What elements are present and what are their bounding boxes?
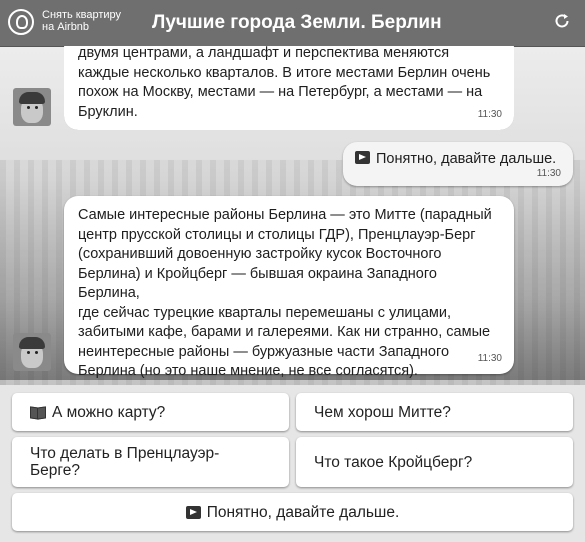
user-message: Понятно, давайте дальше. 11:30 (343, 142, 573, 186)
mitte-button-label: Чем хорош Митте? (314, 403, 451, 421)
map-button-label: А можно карту? (52, 403, 166, 421)
message-line: (сохранивший довоенную застройку кусок В… (78, 246, 442, 262)
prenzlauer-berg-button-label: Что делать в Пренцлауэр- Берге? (30, 445, 219, 479)
map-book-icon (30, 407, 46, 418)
avatar-eye (27, 106, 30, 109)
kreuzberg-button-label: Что такое Кройцберг? (314, 453, 473, 471)
message-line: похож на Москву, местами — на Петербург,… (78, 84, 483, 100)
message-line: двумя центрами, а ландшафт и перспектива… (78, 45, 450, 61)
prenzlauer-line-1: Что делать в Пренцлауэр- (30, 445, 220, 462)
bot-avatar (13, 333, 51, 371)
message-line: забитыми кафе, барами и галереями. Как н… (78, 324, 491, 340)
bot-avatar (13, 88, 51, 126)
avatar-eye (35, 106, 38, 109)
message-line: где сейчас турецкие кварталы перемешаны … (78, 304, 451, 321)
airbnb-logo-icon[interactable] (8, 9, 34, 35)
message-text: Понятно, давайте дальше. (376, 151, 557, 167)
brand-line-2: на Airbnb (42, 21, 90, 33)
page-title: Лучшие города Земли. Берлин (152, 12, 442, 33)
message-time: 11:30 (536, 167, 561, 179)
next-button-label: Понятно, давайте дальше. (206, 503, 400, 521)
avatar-hair (19, 337, 45, 349)
bot-message: двумя центрами, а ландшафт и перспектива… (64, 45, 514, 130)
message-time: 11:30 (477, 352, 502, 364)
map-button[interactable]: А можно карту? (12, 393, 289, 431)
message-line: Берлина) и Кройцберг — бывшая окраина За… (78, 265, 437, 302)
airbnb-link[interactable]: Снять квартиру на Airbnb (42, 9, 121, 33)
kreuzberg-button[interactable]: Что такое Кройцберг? (296, 437, 573, 487)
avatar-eye (27, 351, 30, 354)
message-line: центр прусской столицы и столицы ГДР), П… (78, 226, 476, 243)
prenzlauer-line-2: Берге? (30, 462, 80, 479)
arrow-right-icon (185, 505, 201, 519)
refresh-icon[interactable] (553, 12, 571, 30)
message-line: неинтересные районы — буржуазные части З… (78, 343, 450, 360)
brand-line-1: Снять квартиру (42, 9, 122, 21)
message-line: Берлина (но это наше мнение, не все согл… (78, 363, 418, 379)
message-line: Самые интересные районы Берлина — это Ми… (78, 207, 492, 223)
arrow-right-icon (355, 151, 370, 164)
next-button[interactable]: Понятно, давайте дальше. (12, 493, 573, 531)
message-line: Бруклин. (78, 103, 138, 120)
header-bar: Снять квартиру на Airbnb Лучшие города З… (0, 0, 585, 47)
message-line: каждые несколько кварталов. В итоге мест… (78, 64, 491, 81)
avatar-eye (35, 351, 38, 354)
bot-message: Самые интересные районы Берлина — это Ми… (64, 196, 514, 379)
prenzlauer-berg-button[interactable]: Что делать в Пренцлауэр- Берге? (12, 437, 289, 487)
mitte-button[interactable]: Чем хорош Митте? (296, 393, 573, 431)
message-time: 11:30 (477, 108, 502, 120)
avatar-hair (19, 92, 45, 104)
